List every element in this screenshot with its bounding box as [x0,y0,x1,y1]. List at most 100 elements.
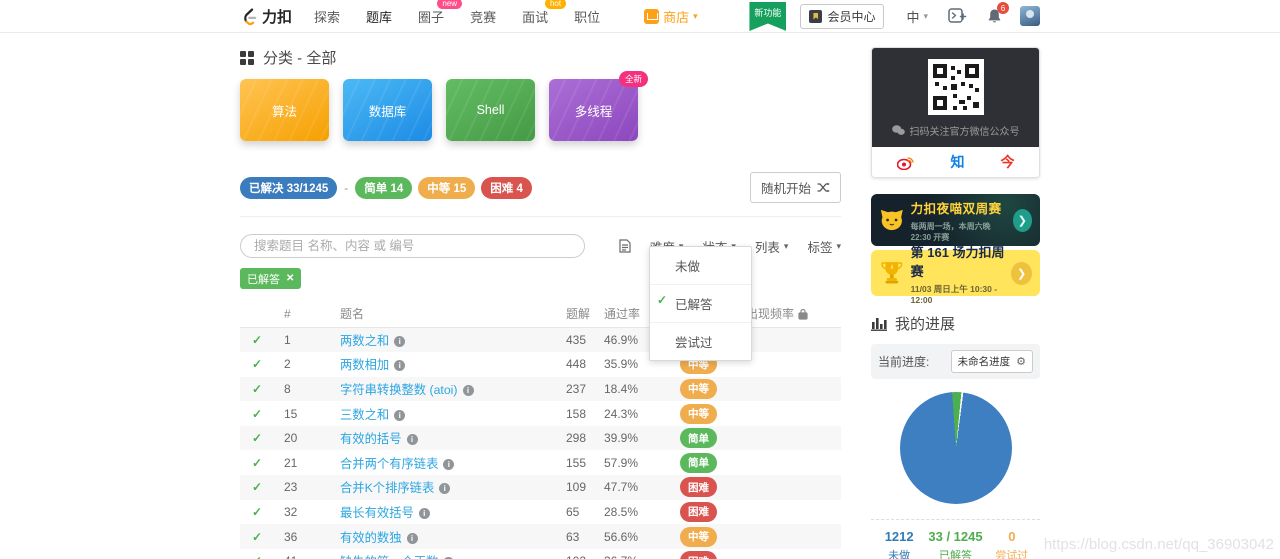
info-icon[interactable]: i [394,409,406,421]
nav-item-explore[interactable]: 探索 [314,7,340,26]
category-card-shell[interactable]: Shell [446,79,535,141]
language-selector[interactable]: 中 ▾ [906,7,928,26]
problem-link[interactable]: 两数之和 [340,334,389,348]
problem-link[interactable]: 合并K个排序链表 [340,481,434,495]
difficulty-badge: 中等 [680,378,717,399]
progress-stats: 1212 未做 33 / 1245 已解答 0 尝试过 [871,529,1040,559]
notifications-button[interactable]: 6 [987,2,1009,24]
status-option-todo[interactable]: 未做 [650,247,751,284]
status-option-attempted[interactable]: 尝试过 [650,322,751,360]
biweekly-contest-card[interactable]: 力扣夜喵双周赛 每两周一场，本周六晚 22:30 开赛 ❯ [871,194,1040,246]
active-filter-tag[interactable]: 已解答 ✕ [240,268,302,289]
weibo-icon[interactable] [896,155,915,170]
toutiao-icon[interactable]: 今 [1001,152,1015,172]
difficulty-badge: 中等 [680,526,717,547]
status-dropdown-menu: 未做 ✓ 已解答 尝试过 [649,246,752,361]
sidebar: 扫码关注官方微信公众号 知 今 力扣夜喵双周赛 每两周一场，本周六晚 22:30… [871,47,1040,559]
solved-check-icon: ✓ [252,431,263,446]
solved-check-icon: ✓ [252,480,263,495]
qr-code [927,59,984,115]
info-icon[interactable]: i [406,532,418,544]
user-avatar[interactable] [1020,6,1040,26]
stat-solved: 33 / 1245 已解答 [928,529,983,559]
csdn-watermark: https://blog.csdn.net/qq_36903042 [1043,536,1274,553]
list-filter[interactable]: 列表 ▾ [755,237,789,256]
table-row: ✓ 23 合并K个排序链表 i 109 47.7% 困难 [240,475,841,500]
stat-todo: 1212 未做 [884,529,914,559]
table-row: ✓ 15 三数之和 i 158 24.3% 中等 [240,401,841,426]
leetcode-logo[interactable]: 力扣 [240,6,292,27]
difficulty-badge: 简单 [680,452,717,473]
weekly-contest-card[interactable]: 第 161 场力扣周赛 11/03 周日上午 10:30 - 12:00 ❯ [871,245,1040,305]
problem-link[interactable]: 最长有效括号 [340,506,414,520]
nav-item-interview[interactable]: 面试 hot [522,0,567,26]
info-icon[interactable]: i [439,483,451,495]
document-icon[interactable] [619,239,631,253]
chevron-right-icon[interactable]: ❯ [1012,208,1033,232]
problem-link[interactable]: 三数之和 [340,408,389,422]
chevron-down-icon: ▾ [693,10,698,21]
info-icon[interactable]: i [462,384,474,396]
new-feature-ribbon[interactable]: 新功能 [749,2,787,31]
grid-icon [240,50,254,65]
hot-badge: hot [544,0,567,9]
problem-link[interactable]: 有效的数独 [340,531,402,545]
col-number[interactable]: # [280,302,336,328]
stat-attempted: 0 尝试过 [995,529,1029,559]
nav-item-problems[interactable]: 题库 [366,7,392,26]
logo-text: 力扣 [262,8,293,26]
member-center-button[interactable]: 会员中心 [800,3,885,29]
divider [871,519,1040,520]
problem-link[interactable]: 有效的括号 [340,432,402,446]
info-icon[interactable]: i [406,434,418,446]
brand-new-badge: 全新 [618,71,648,87]
leetcode-logo-icon [244,8,257,26]
nav-item-store[interactable]: 商店 ▾ [644,7,698,26]
nav-item-contest[interactable]: 竞赛 [470,7,496,26]
problem-link[interactable]: 缺失的第一个正数 [340,555,438,559]
progress-select[interactable]: 未命名进度 ⚙ [950,350,1033,373]
random-start-button[interactable]: 随机开始 [749,172,841,203]
problem-link[interactable]: 两数相加 [340,358,389,372]
gear-icon[interactable]: ⚙ [1016,355,1026,368]
category-card-algorithms[interactable]: 算法 [240,79,329,141]
contest-title: 力扣夜喵双周赛 [910,201,1002,216]
problem-link[interactable]: 字符串转换整数 (atoi) [340,383,458,397]
current-progress-label: 当前进度: [878,355,930,369]
search-input[interactable] [240,234,585,258]
category-cards: 算法 数据库 Shell 多线程 全新 [240,71,841,141]
chevron-down-icon: ▾ [836,240,841,251]
contest-subtitle: 11/03 周日上午 10:30 - 12:00 [910,283,998,305]
playground-button[interactable] [948,8,967,24]
problem-link[interactable]: 合并两个有序链表 [340,457,438,471]
category-card-database[interactable]: 数据库 [343,79,432,141]
store-icon [644,8,660,24]
divider [240,216,841,217]
solved-check-icon: ✓ [252,406,263,421]
shuffle-icon [817,182,830,193]
difficulty-badge: 困难 [680,477,717,498]
chevron-right-icon[interactable]: ❯ [1011,261,1032,285]
table-row: ✓ 36 有效的数独 i 63 56.6% 中等 [240,524,841,549]
col-solutions[interactable]: 题解 [562,302,600,328]
info-icon[interactable]: i [394,360,406,372]
nav-item-jobs[interactable]: 职位 [574,7,600,26]
solved-count-badge: 已解决 33/1245 [240,176,338,199]
table-row: ✓41缺失的第一个正数i10236.7%困难 [240,549,841,559]
status-option-solved[interactable]: ✓ 已解答 [650,284,751,322]
info-icon[interactable]: i [394,336,406,348]
tag-filter[interactable]: 标签 ▾ [807,237,841,256]
bar-chart-icon [871,318,887,331]
category-card-concurrency[interactable]: 多线程 全新 [549,71,648,141]
col-frequency[interactable]: 出现频率 [742,302,841,328]
zhihu-icon[interactable]: 知 [951,152,965,172]
hard-count-badge: 困难 4 [481,176,532,199]
solved-check-icon: ✓ [252,381,263,396]
col-title[interactable]: 题名 [336,302,562,328]
cat-icon [880,209,903,231]
info-icon[interactable]: i [418,507,430,519]
solved-check-icon: ✓ [252,357,263,372]
nav-item-circle[interactable]: 圈子 new [418,0,463,26]
info-icon[interactable]: i [443,458,455,470]
close-icon[interactable]: ✕ [286,273,294,284]
